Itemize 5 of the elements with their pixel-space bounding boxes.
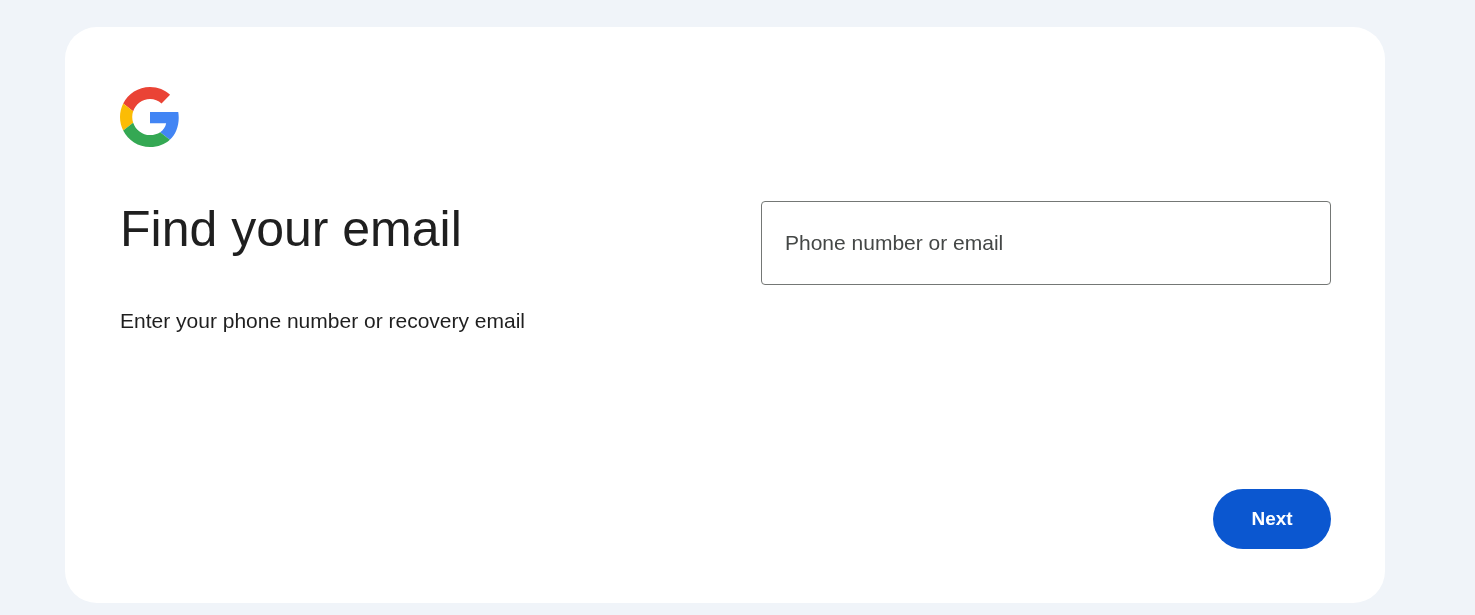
next-button[interactable]: Next (1213, 489, 1331, 549)
subtitle-text: Enter your phone number or recovery email (120, 308, 526, 334)
page-heading: Find your email (120, 201, 462, 257)
logo-icon (120, 87, 180, 147)
input-field[interactable]: Phone number or email (761, 201, 1331, 285)
